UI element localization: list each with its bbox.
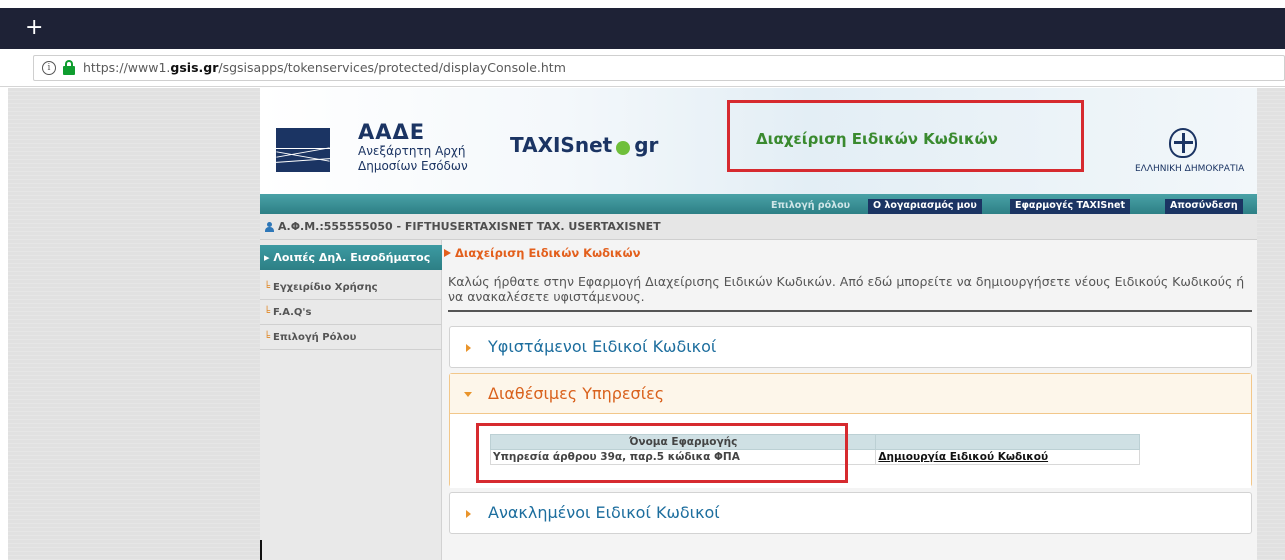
column-header-action: [875, 434, 1140, 450]
site-container: ΑΑΔΕ Ανεξάρτητη Αρχή Δημοσίων Εσόδων TAX…: [260, 88, 1257, 560]
panel-revoked-header[interactable]: Ανακλημένοι Ειδικοί Κωδικοί: [450, 493, 1251, 533]
sidebar: ▸ Λοιπές Δηλ. Εισοδήματος ╘ Εγχειρίδιο Χρ…: [260, 240, 442, 560]
panel-revoked-codes[interactable]: Ανακλημένοι Ειδικοί Κωδικοί: [449, 492, 1252, 534]
action-cell: Δημιουργία Ειδικού Κωδικού: [875, 449, 1140, 465]
aade-subtitle-2: Δημοσίων Εσόδων: [358, 159, 468, 173]
welcome-text: Καλώς ήρθατε στην Εφαρμογή Διαχείρισης Ε…: [448, 274, 1245, 304]
sidebar-item-role[interactable]: ╘ Επιλογή Ρόλου: [260, 325, 442, 350]
browser-tab-strip: +: [0, 8, 1285, 49]
site-header: ΑΑΔΕ Ανεξάρτητη Αρχή Δημοσίων Εσόδων TAX…: [260, 88, 1257, 194]
user-afm: Α.Φ.Μ.:555555050 - FIFTHUSERTAXISNET TAX…: [278, 220, 661, 233]
aade-subtitle-1: Ανεξάρτητη Αρχή: [358, 144, 466, 158]
panel-existing-header[interactable]: Υφιστάμενοι Ειδικοί Κωδικοί: [450, 327, 1251, 367]
sidebar-item-faq[interactable]: ╘ F.A.Q's: [260, 300, 442, 325]
panel-revoked-title: Ανακλημένοι Ειδικοί Κωδικοί: [488, 503, 720, 522]
nav-role-select[interactable]: Επιλογή ρόλου: [766, 199, 855, 214]
panel-existing-codes[interactable]: Υφιστάμενοι Ειδικοί Κωδικοί: [449, 326, 1252, 368]
new-tab-button[interactable]: +: [25, 14, 43, 42]
nav-my-account[interactable]: Ο λογαριασμός μου: [868, 199, 982, 214]
highlight-box: [476, 423, 848, 483]
create-code-link[interactable]: Δημιουργία Ειδικού Κωδικού: [878, 451, 1048, 463]
info-icon[interactable]: i: [42, 61, 56, 75]
divider: [448, 310, 1252, 312]
breadcrumb-arrow-icon: [444, 249, 451, 257]
text-cursor: [260, 540, 262, 560]
panel-available-title: Διαθέσιμες Υπηρεσίες: [488, 384, 665, 403]
hellenic-republic-label: ΕΛΛΗΝΙΚΗ ΔΗΜΟΚΡΑΤΙΑ: [1135, 164, 1245, 174]
caret-right-icon: [466, 344, 471, 352]
top-nav: Επιλογή ρόλου Ο λογαριασμός μου Εφαρμογέ…: [260, 194, 1257, 214]
nav-logout[interactable]: Αποσύνδεση: [1165, 199, 1243, 214]
user-info-bar: Α.Φ.Μ.:555555050 - FIFTHUSERTAXISNET TAX…: [260, 214, 1257, 240]
hellenic-emblem-icon: [1169, 128, 1197, 158]
caret-down-icon: [464, 392, 472, 397]
panel-available-services[interactable]: Διαθέσιμες Υπηρεσίες Όνομα Εφαρμογής Υπη…: [449, 373, 1252, 488]
aade-title: ΑΑΔΕ: [358, 120, 426, 144]
sidebar-item-manual[interactable]: ╘ Εγχειρίδιο Χρήσης: [260, 275, 442, 300]
user-icon: [265, 222, 274, 232]
panel-available-body: Όνομα Εφαρμογής Υπηρεσία άρθρου 39α, παρ…: [450, 415, 1251, 488]
page-heading-box: Διαχείριση Ειδικών Κωδικών: [727, 100, 1084, 172]
page-heading: Διαχείριση Ειδικών Κωδικών: [756, 130, 998, 148]
sidebar-item-other-income[interactable]: ▸ Λοιπές Δηλ. Εισοδήματος: [260, 245, 442, 270]
address-bar: i https://www1.gsis.gr/sgsisapps/tokense…: [0, 49, 1285, 87]
aade-logo-icon: [276, 128, 330, 172]
url-field[interactable]: i https://www1.gsis.gr/sgsisapps/tokense…: [33, 55, 1285, 81]
panel-available-header[interactable]: Διαθέσιμες Υπηρεσίες: [450, 374, 1251, 414]
main-content: Διαχείριση Ειδικών Κωδικών Καλώς ήρθατε …: [442, 240, 1257, 560]
breadcrumb: Διαχείριση Ειδικών Κωδικών: [444, 246, 640, 260]
lock-icon[interactable]: [63, 60, 75, 75]
caret-right-icon: [466, 510, 471, 518]
panel-existing-title: Υφιστάμενοι Ειδικοί Κωδικοί: [488, 337, 717, 356]
taxisnet-logo: TAXISnet gr: [510, 133, 659, 157]
nav-taxisnet-apps[interactable]: Εφαρμογές TAXISnet: [1010, 199, 1131, 214]
url-text: https://www1.gsis.gr/sgsisapps/tokenserv…: [83, 60, 566, 75]
